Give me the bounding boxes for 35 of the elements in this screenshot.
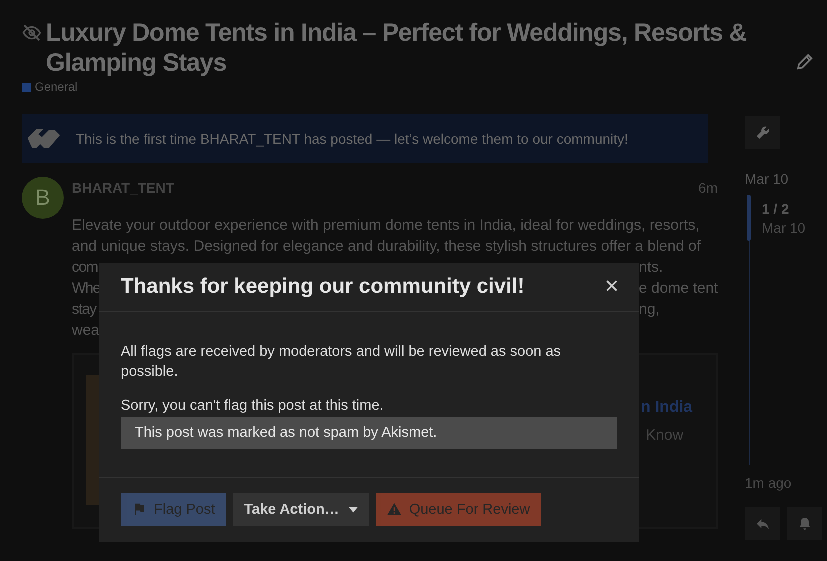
admin-button[interactable] <box>745 116 780 149</box>
category-link[interactable]: General <box>22 80 720 94</box>
flag-icon <box>132 502 147 517</box>
timeline-position: 1 / 2 <box>762 201 790 217</box>
welcome-text: This is the first time BHARAT_TENT has posted — let’s welcome them to our community! <box>76 130 628 146</box>
timeline-position-date: Mar 10 <box>762 220 806 236</box>
user-avatar[interactable]: B <box>22 177 64 219</box>
timeline-last-activity[interactable]: 1m ago <box>745 475 825 491</box>
dialog-notice: Sorry, you can't flag this post at this time. <box>121 397 385 416</box>
post-text-line: wea <box>72 321 101 341</box>
caret-down-icon <box>349 506 358 512</box>
reason-message: This post was marked as not spam by Akismet. <box>121 417 617 449</box>
dialog-title: Thanks for keeping our community civil! <box>121 275 525 299</box>
close-button[interactable]: × <box>602 275 621 299</box>
post-text-fragment: stay <box>72 300 96 320</box>
post-text-fragment: e dome tent <box>639 279 718 299</box>
topic-title: Luxury Dome Tents in India – Perfect for Weddings, Resorts & Glamping Stays <box>46 18 748 78</box>
post-text-fragment: ng, <box>639 300 660 320</box>
take-action-button[interactable]: Take Action… <box>233 493 370 526</box>
wrench-icon <box>754 124 770 140</box>
hidden-eye-icon <box>22 23 42 43</box>
warning-triangle-icon <box>387 502 402 517</box>
post-age: 6m <box>698 180 718 196</box>
bell-icon <box>796 516 812 532</box>
post-text-line: and unique stays. Designed for elegance and durability, these stylish structures offer a blend of <box>72 237 702 257</box>
post-text-fragment: nts. <box>639 258 664 278</box>
notifications-button[interactable] <box>787 507 822 540</box>
reply-button[interactable] <box>745 507 780 540</box>
pencil-icon[interactable] <box>795 52 815 72</box>
timeline-start-date[interactable]: Mar 10 <box>745 171 825 187</box>
post-text-fragment: com <box>72 258 98 278</box>
timeline-handle[interactable] <box>747 195 751 241</box>
dialog-message: All flags are received by moderators and will be reviewed as soon as possible. <box>121 343 562 382</box>
post-text-line: Elevate your outdoor experience with premium dome tents in India, ideal for weddings, resorts, <box>72 216 701 236</box>
preview-title-link[interactable]: n India <box>641 399 716 417</box>
